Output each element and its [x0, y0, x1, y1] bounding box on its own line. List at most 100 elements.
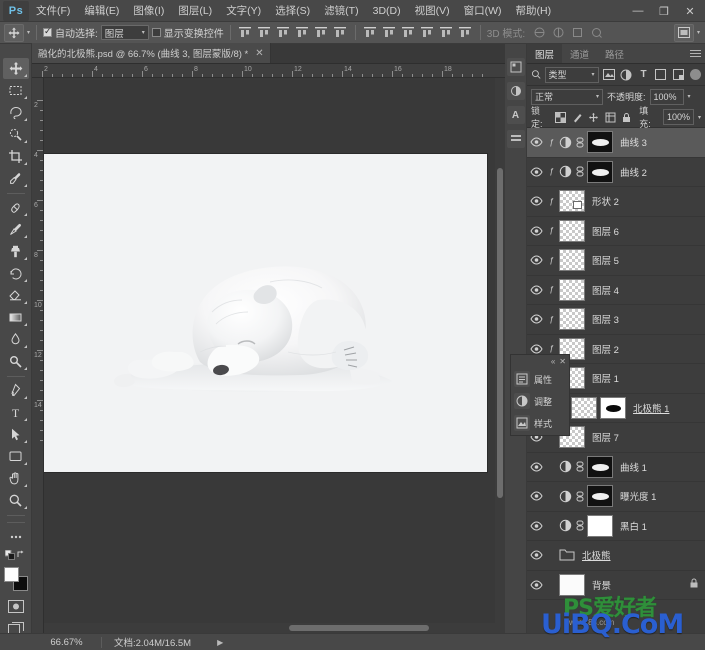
history-brush-tool-icon[interactable] [3, 263, 29, 284]
blend-mode-dropdown[interactable]: 正常 ▾ [531, 89, 603, 105]
document-tab[interactable]: 融化的北极熊.psd @ 66.7% (曲线 3, 图层蒙版/8) * ✕ [32, 43, 271, 63]
lock-position-icon[interactable] [588, 111, 601, 124]
layer-name[interactable]: 图层 6 [592, 224, 619, 238]
filter-toggle[interactable] [690, 69, 701, 80]
eyedropper-tool-icon[interactable] [3, 168, 29, 189]
layer-name[interactable]: 北极熊 1 [633, 401, 669, 415]
artboard[interactable] [44, 154, 487, 472]
layer-mask-link-icon[interactable] [575, 520, 584, 531]
layer-name[interactable]: 图层 5 [592, 253, 619, 267]
menu-select[interactable]: 选择(S) [268, 1, 317, 20]
layer-name[interactable]: 曲线 2 [620, 165, 647, 179]
menu-help[interactable]: 帮助(H) [509, 1, 559, 20]
filter-shape-icon[interactable] [654, 67, 668, 82]
layer-visibility-eye-icon[interactable] [529, 253, 544, 267]
layer-row[interactable]: ƒ曲线 2 [527, 158, 705, 188]
layer-row[interactable]: 北极熊 [527, 541, 705, 571]
layer-row[interactable]: ƒ图层 5 [527, 246, 705, 276]
layer-thumbnail[interactable] [559, 279, 585, 301]
layer-row[interactable]: ƒ图层 4 [527, 276, 705, 306]
tab-channels[interactable]: 通道 [562, 44, 597, 63]
workspace-chevron-icon[interactable]: ▾ [697, 29, 700, 36]
blur-tool-icon[interactable] [3, 329, 29, 350]
layer-name[interactable]: 背景 [592, 578, 611, 592]
layer-visibility-eye-icon[interactable] [529, 165, 544, 179]
layer-name[interactable]: 图层 2 [592, 342, 619, 356]
status-expand-icon[interactable]: ▶ [217, 638, 223, 647]
layer-thumbnail[interactable] [559, 574, 585, 596]
layer-thumbnail[interactable] [559, 308, 585, 330]
auto-select-scope-dropdown[interactable]: 图层 ▾ [101, 25, 149, 40]
filter-type-icon[interactable]: T [636, 67, 650, 82]
layer-mask-link-icon[interactable] [575, 166, 584, 177]
layer-visibility-eye-icon[interactable] [529, 312, 544, 326]
layer-name[interactable]: 图层 1 [592, 371, 619, 385]
properties-panel-tab[interactable]: 属性 [511, 368, 569, 390]
hand-tool-icon[interactable] [3, 468, 29, 489]
layer-thumbnail[interactable] [559, 220, 585, 242]
align-left-edges-icon[interactable] [294, 24, 311, 41]
layer-thumbnail[interactable] [559, 190, 585, 212]
align-top-edges-icon[interactable] [237, 24, 254, 41]
align-vertical-centers-icon[interactable] [256, 24, 273, 41]
layer-name[interactable]: 图层 4 [592, 283, 619, 297]
eraser-tool-icon[interactable] [3, 285, 29, 306]
menu-window[interactable]: 窗口(W) [457, 1, 509, 20]
layer-visibility-eye-icon[interactable] [529, 489, 544, 503]
styles-panel-tab[interactable]: 样式 [511, 412, 569, 434]
edit-toolbar-ellipsis-icon[interactable] [3, 526, 29, 547]
show-transform-checkbox[interactable] [152, 28, 161, 37]
color-panel-icon[interactable] [507, 58, 525, 76]
layer-filter-type-dropdown[interactable]: 类型 ▾ [545, 67, 599, 83]
tab-layers[interactable]: 图层 [527, 44, 562, 63]
crop-tool-icon[interactable] [3, 146, 29, 167]
align-horizontal-centers-icon[interactable] [313, 24, 330, 41]
gradient-tool-icon[interactable] [3, 307, 29, 328]
canvas-vertical-scrollbar[interactable] [495, 78, 505, 633]
minimize-icon[interactable]: — [625, 1, 651, 21]
workspace-switcher-icon[interactable] [674, 24, 694, 42]
menu-filter[interactable]: 滤镜(T) [317, 1, 365, 20]
layer-mask-link-icon[interactable] [575, 491, 584, 502]
distribute-bottom-edges-icon[interactable] [400, 24, 417, 41]
maximize-icon[interactable]: ❐ [651, 1, 677, 21]
horizontal-type-tool-icon[interactable]: T [3, 402, 29, 423]
layer-name[interactable]: 图层 3 [592, 312, 619, 326]
layer-visibility-eye-icon[interactable] [529, 519, 544, 533]
rectangle-shape-tool-icon[interactable] [3, 446, 29, 467]
align-bottom-edges-icon[interactable] [275, 24, 292, 41]
layer-mask-thumbnail[interactable] [587, 161, 613, 183]
distribute-top-edges-icon[interactable] [362, 24, 379, 41]
layer-mask-thumbnail[interactable] [587, 131, 613, 153]
tool-preset-chevron-icon[interactable]: ▾ [27, 29, 30, 36]
menu-file[interactable]: 文件(F) [29, 1, 77, 20]
layer-row[interactable]: ƒ形状 2 [527, 187, 705, 217]
layer-mask-link-icon[interactable] [575, 461, 584, 472]
layer-name[interactable]: 形状 2 [592, 194, 619, 208]
zoom-tool-icon[interactable] [3, 490, 29, 511]
auto-select-checkbox[interactable] [43, 28, 52, 37]
document-tab-close-icon[interactable]: ✕ [255, 48, 263, 59]
move-tool-icon[interactable] [3, 58, 29, 79]
canvas-vertical-scrollbar-thumb[interactable] [497, 168, 503, 498]
layer-visibility-eye-icon[interactable] [529, 548, 544, 562]
adjustments-panel-tab[interactable]: 调整 [511, 390, 569, 412]
layer-visibility-eye-icon[interactable] [529, 194, 544, 208]
layer-mask-thumbnail[interactable] [587, 485, 613, 507]
history-panel-icon[interactable] [507, 130, 525, 148]
pen-tool-icon[interactable] [3, 380, 29, 401]
lock-artboard-icon[interactable] [604, 111, 617, 124]
layer-name[interactable]: 曲线 3 [620, 135, 647, 149]
group-folder-icon[interactable] [559, 547, 575, 563]
clone-stamp-tool-icon[interactable] [3, 241, 29, 262]
brush-tool-icon[interactable] [3, 219, 29, 240]
menu-image[interactable]: 图像(I) [126, 1, 171, 20]
layer-name[interactable]: 图层 7 [592, 430, 619, 444]
menu-3d[interactable]: 3D(D) [366, 3, 408, 19]
layer-visibility-eye-icon[interactable] [529, 460, 544, 474]
align-right-edges-icon[interactable] [332, 24, 349, 41]
filter-adjustment-icon[interactable] [619, 67, 633, 82]
layer-row[interactable]: 曝光度 1 [527, 482, 705, 512]
layer-thumbnail[interactable] [559, 249, 585, 271]
lock-all-icon[interactable] [621, 111, 634, 124]
